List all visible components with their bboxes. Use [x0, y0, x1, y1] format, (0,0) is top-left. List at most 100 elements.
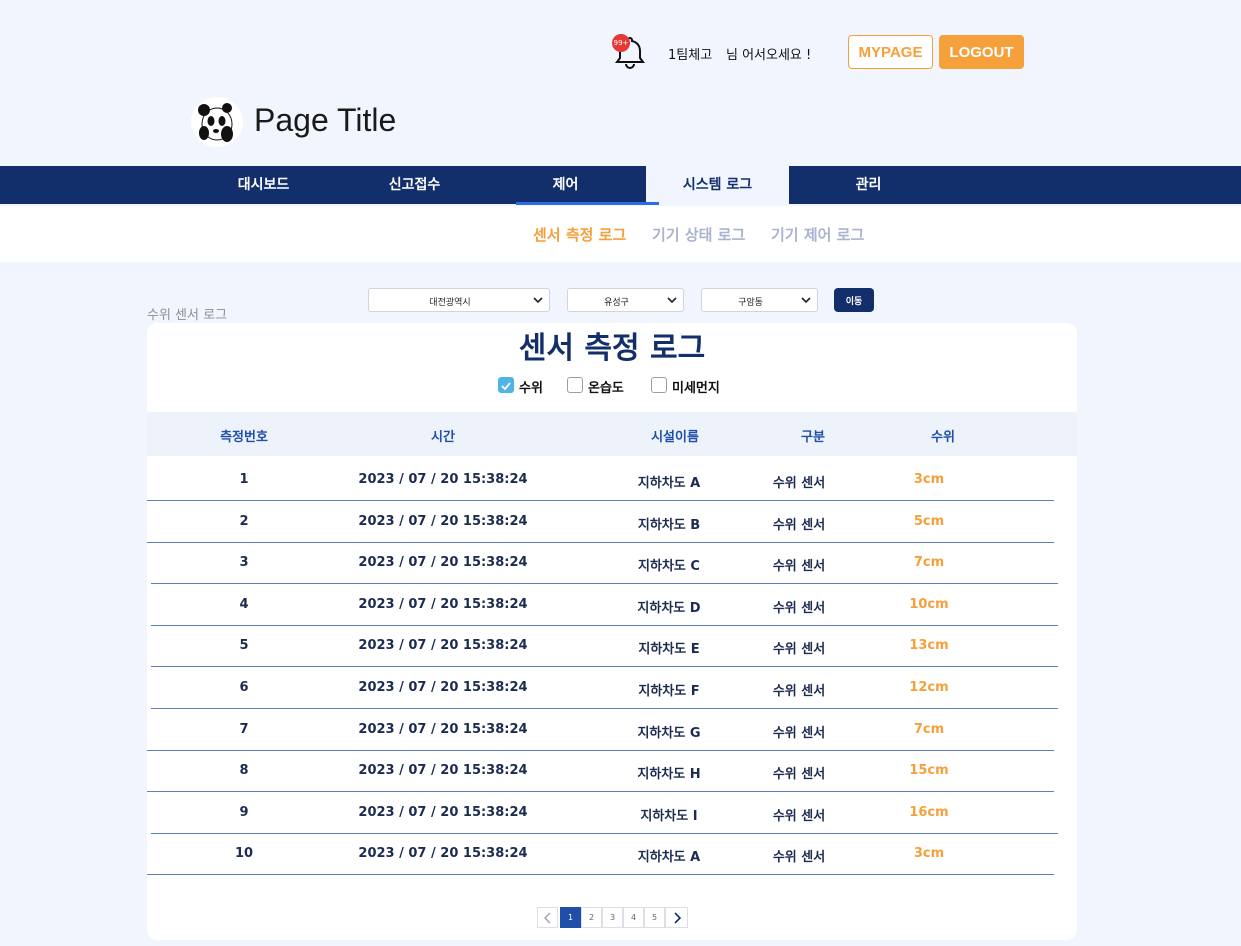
- cell-no: 2: [239, 513, 249, 529]
- cell-time: 2023 / 07 / 20 15:38:24: [358, 638, 528, 654]
- subnav-device-status-log[interactable]: 기기 상태 로그: [652, 224, 745, 245]
- cell-facility: 지하차도 B: [637, 517, 701, 533]
- page-button[interactable]: 5: [644, 907, 665, 928]
- nav-active-indicator: [516, 202, 659, 205]
- table-row[interactable]: 8 2023 / 07 / 20 15:38:24 지하차도 H 수위 센서 15cm: [147, 751, 1054, 793]
- cell-type: 수위 센서: [772, 642, 826, 658]
- nav-item-report[interactable]: 신고접수: [343, 166, 486, 204]
- table-row[interactable]: 3 2023 / 07 / 20 15:38:24 지하차도 C 수위 센서 7cm: [151, 543, 1058, 585]
- page-button[interactable]: 4: [623, 907, 644, 928]
- table-row[interactable]: 9 2023 / 07 / 20 15:38:24 지하차도 I 수위 센서 16cm: [151, 793, 1058, 834]
- column-header-time[interactable]: 시간: [393, 426, 493, 445]
- cell-time: 2023 / 07 / 20 15:38:24: [358, 472, 528, 487]
- checkbox-empty-icon[interactable]: [567, 377, 583, 393]
- cell-value: 13cm: [909, 638, 949, 654]
- column-header-value[interactable]: 수위: [893, 426, 993, 445]
- table-row[interactable]: 2 2023 / 07 / 20 15:38:24 지하차도 B 수위 센서 5cm: [147, 502, 1054, 543]
- panda-logo-icon[interactable]: [191, 97, 243, 147]
- nav-item-control[interactable]: 제어: [494, 166, 637, 204]
- cell-time: 2023 / 07 / 20 15:38:24: [358, 721, 528, 737]
- page-button[interactable]: 2: [581, 907, 602, 928]
- cell-facility: 지하차도 C: [638, 559, 700, 575]
- cell-no: 6: [239, 680, 249, 695]
- cell-type: 수위 센서: [772, 850, 826, 866]
- table-header: 측정번호 시간 시설이름 구분 수위: [147, 412, 1077, 456]
- cell-type: 수위 센서: [772, 559, 826, 575]
- go-button[interactable]: 이동: [834, 288, 874, 312]
- page-button[interactable]: 1: [560, 907, 581, 928]
- checkbox-empty-icon[interactable]: [651, 377, 667, 393]
- nav-item-manage[interactable]: 관리: [797, 166, 940, 204]
- checkbox-checked-icon[interactable]: [498, 377, 514, 393]
- table-row[interactable]: 4 2023 / 07 / 20 15:38:24 지하차도 D 수위 센서 10cm: [151, 585, 1058, 626]
- logout-button[interactable]: LOGOUT: [939, 35, 1024, 69]
- user-name: 1팀체고: [668, 48, 713, 63]
- log-title: 센서 측정 로그: [518, 331, 706, 366]
- cell-type: 수위 센서: [772, 517, 826, 533]
- table-row[interactable]: 7 2023 / 07 / 20 15:38:24 지하차도 G 수위 센서 7cm: [147, 710, 1054, 751]
- dong-select[interactable]: 구암동: [701, 288, 818, 312]
- cell-value: 3cm: [913, 472, 945, 487]
- cell-value: 10cm: [909, 596, 949, 612]
- city-select-value: 대전광역시: [429, 298, 471, 308]
- notification-badge: 99+: [612, 34, 630, 52]
- column-header-facility[interactable]: 시설이름: [625, 426, 725, 445]
- cell-facility: 지하차도 A: [637, 850, 701, 866]
- cell-value: 16cm: [909, 804, 949, 820]
- table-row[interactable]: 10 2023 / 07 / 20 15:38:24 지하차도 A 수위 센서 3cm: [147, 834, 1054, 876]
- district-select[interactable]: 유성구: [567, 288, 684, 312]
- section-label: 수위 센서 로그: [147, 308, 228, 323]
- city-select[interactable]: 대전광역시: [368, 288, 550, 312]
- chevron-down-icon: [667, 297, 677, 304]
- sub-navigation: 센서 측정 로그 기기 상태 로그 기기 제어 로그: [0, 206, 1241, 262]
- cell-no: 7: [239, 721, 249, 737]
- cell-type: 수위 센서: [772, 808, 826, 824]
- checkbox-label: 미세먼지: [672, 381, 720, 396]
- checkbox-label: 온습도: [588, 381, 624, 396]
- cell-time: 2023 / 07 / 20 15:38:24: [358, 804, 528, 820]
- cell-no: 1: [239, 472, 249, 487]
- cell-facility: 지하차도 I: [640, 808, 698, 824]
- cell-facility: 지하차도 F: [638, 684, 700, 699]
- cell-value: 5cm: [913, 513, 945, 529]
- page-title: Page Title: [254, 102, 397, 138]
- nav-item-system-log[interactable]: 시스템 로그: [646, 166, 789, 206]
- cell-no: 8: [239, 763, 249, 779]
- prev-page-icon[interactable]: [537, 907, 558, 928]
- chevron-down-icon: [533, 297, 543, 304]
- cell-facility: 지하차도 A: [637, 476, 701, 491]
- cell-no: 9: [239, 804, 249, 820]
- cell-time: 2023 / 07 / 20 15:38:24: [358, 846, 528, 862]
- subnav-sensor-log[interactable]: 센서 측정 로그: [533, 224, 626, 245]
- chevron-down-icon: [801, 297, 811, 304]
- cell-time: 2023 / 07 / 20 15:38:24: [358, 596, 528, 612]
- cell-type: 수위 센서: [772, 725, 826, 741]
- cell-facility: 지하차도 E: [638, 642, 700, 658]
- subnav-device-control-log[interactable]: 기기 제어 로그: [771, 224, 864, 245]
- top-bar: 99+ 1팀체고 님 어서오세요 ! MYPAGE LOGOUT: [0, 32, 1241, 72]
- cell-type: 수위 센서: [772, 767, 826, 783]
- page-button[interactable]: 3: [602, 907, 623, 928]
- cell-time: 2023 / 07 / 20 15:38:24: [358, 763, 528, 779]
- cell-time: 2023 / 07 / 20 15:38:24: [358, 513, 528, 529]
- dong-select-value: 구암동: [738, 298, 763, 308]
- cell-facility: 지하차도 H: [637, 767, 701, 783]
- table-row[interactable]: 6 2023 / 07 / 20 15:38:24 지하차도 F 수위 센서 12cm: [151, 668, 1058, 709]
- column-header-type[interactable]: 구분: [763, 426, 863, 445]
- cell-facility: 지하차도 G: [637, 725, 701, 741]
- cell-no: 3: [239, 555, 249, 571]
- cell-value: 7cm: [913, 555, 945, 571]
- cell-value: 15cm: [909, 763, 949, 779]
- table-row[interactable]: 5 2023 / 07 / 20 15:38:24 지하차도 E 수위 센서 13cm: [151, 626, 1058, 668]
- cell-value: 12cm: [909, 680, 949, 695]
- cell-value: 3cm: [913, 846, 945, 862]
- cell-type: 수위 센서: [772, 684, 826, 699]
- cell-no: 4: [239, 596, 249, 612]
- table-row[interactable]: 1 2023 / 07 / 20 15:38:24 지하차도 A 수위 센서 3cm: [147, 460, 1054, 501]
- mypage-button[interactable]: MYPAGE: [848, 35, 933, 69]
- next-page-icon[interactable]: [665, 907, 688, 928]
- nav-item-dashboard[interactable]: 대시보드: [192, 166, 335, 204]
- column-header-no[interactable]: 측정번호: [194, 426, 294, 445]
- cell-no: 5: [239, 638, 249, 654]
- cell-time: 2023 / 07 / 20 15:38:24: [358, 555, 528, 571]
